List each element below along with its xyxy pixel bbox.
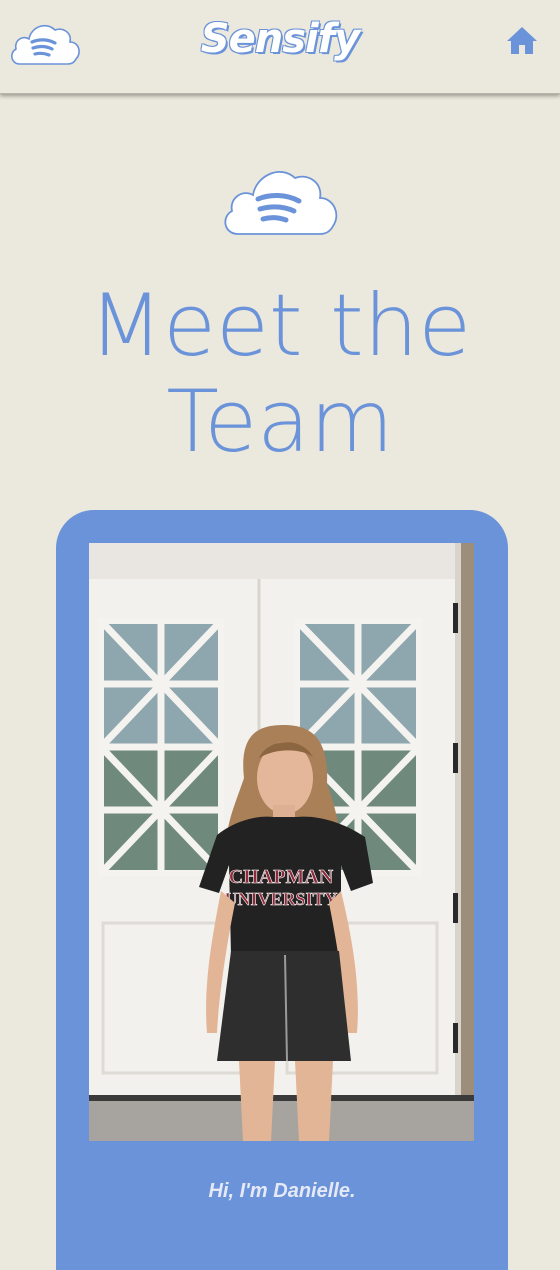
left-window [98,618,224,876]
team-member-photo: CHAPMAN UNIVERSITY [89,543,474,1141]
brand-name: Sensify [200,16,360,62]
svg-text:CHAPMAN: CHAPMAN [229,866,334,888]
page-title: Meet the Team [0,278,560,470]
top-nav-bar: Sensify [0,0,560,94]
cloud-waves-icon [224,171,338,235]
team-member-caption: Hi, I'm Danielle. [208,1180,356,1202]
svg-text:UNIVERSITY: UNIVERSITY [224,889,337,909]
page-title-line: Team [166,372,394,472]
home-icon[interactable] [504,24,540,56]
page-title-line: Meet the [88,276,472,376]
team-member-card: CHAPMAN UNIVERSITY Hi, I'm Danielle. [56,510,508,1270]
